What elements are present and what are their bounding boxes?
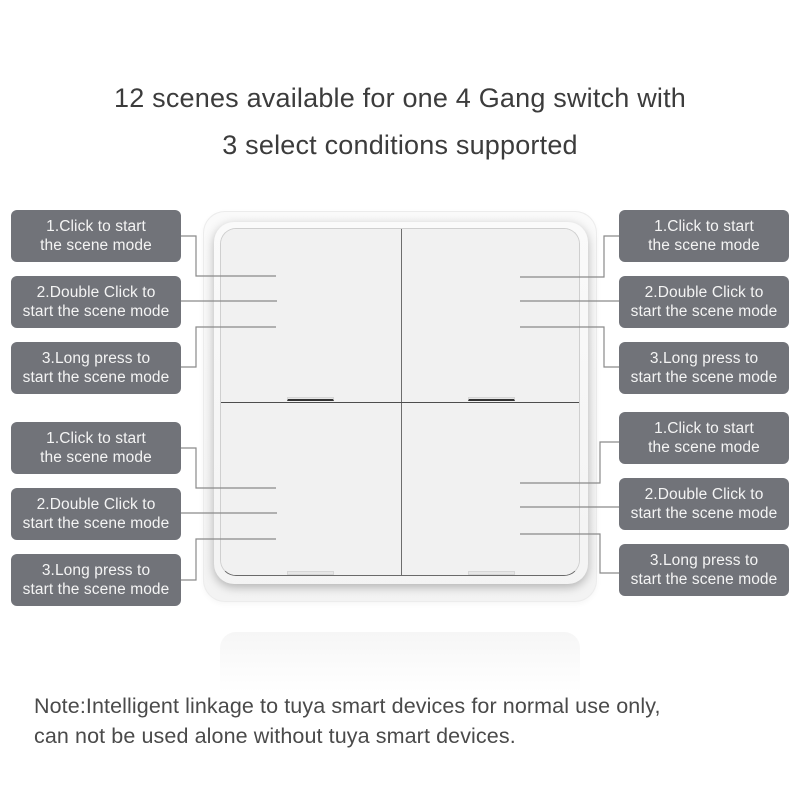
switch-button-bottom-left[interactable] [221,403,401,575]
label-line: start the scene mode [630,303,778,320]
label-line: start the scene mode [630,505,778,522]
button-indicator-tab [287,571,334,575]
label-line: 2.Double Click to [644,486,764,503]
label-line: start the scene mode [22,581,170,598]
label-line: 1.Click to start [46,430,146,447]
callout-label-double-click: 2.Double Click to start the scene mode [619,276,789,328]
switch-panel [220,228,580,576]
label-line: the scene mode [40,237,152,254]
callout-label-click: 1.Click to start the scene mode [619,412,789,464]
label-line: start the scene mode [630,571,778,588]
label-line: 1.Click to start [654,218,754,235]
label-line: 2.Double Click to [36,284,156,301]
callout-label-long-press: 3.Long press to start the scene mode [11,554,181,606]
button-indicator-tab [287,397,334,401]
note-line-1: Note:Intelligent linkage to tuya smart d… [34,694,661,718]
callout-label-double-click: 2.Double Click to start the scene mode [619,478,789,530]
label-line: start the scene mode [22,303,170,320]
label-line: start the scene mode [22,369,170,386]
label-line: 3.Long press to [41,562,151,579]
label-line: 1.Click to start [654,420,754,437]
button-indicator-tab [468,571,515,575]
label-line: the scene mode [648,237,760,254]
switch-button-top-left[interactable] [221,229,401,402]
button-indicator-tab [468,397,515,401]
label-line: 3.Long press to [649,552,759,569]
note-line-2: can not be used alone without tuya smart… [34,724,516,748]
label-line: the scene mode [40,449,152,466]
label-line: start the scene mode [22,515,170,532]
callout-label-click: 1.Click to start the scene mode [11,422,181,474]
switch-reflection [220,632,580,692]
callout-label-long-press: 3.Long press to start the scene mode [11,342,181,394]
callout-label-double-click: 2.Double Click to start the scene mode [11,488,181,540]
switch-button-top-right[interactable] [402,229,579,402]
callout-label-click: 1.Click to start the scene mode [11,210,181,262]
label-line: 3.Long press to [41,350,151,367]
headline-line-1: 12 scenes available for one 4 Gang switc… [113,83,687,113]
callout-label-double-click: 2.Double Click to start the scene mode [11,276,181,328]
horizontal-divider [221,402,579,404]
headline-line-2: 3 select conditions supported [222,130,578,160]
label-line: 2.Double Click to [644,284,764,301]
label-line: 1.Click to start [46,218,146,235]
label-line: 2.Double Click to [36,496,156,513]
label-line: the scene mode [648,439,760,456]
callout-label-long-press: 3.Long press to start the scene mode [619,342,789,394]
callout-label-click: 1.Click to start the scene mode [619,210,789,262]
label-line: 3.Long press to [649,350,759,367]
switch-button-bottom-right[interactable] [402,403,579,575]
label-line: start the scene mode [630,369,778,386]
callout-label-long-press: 3.Long press to start the scene mode [619,544,789,596]
